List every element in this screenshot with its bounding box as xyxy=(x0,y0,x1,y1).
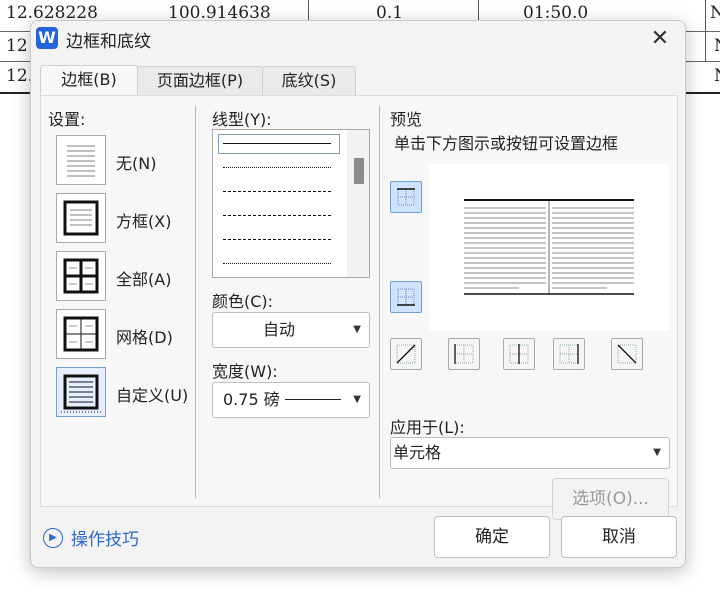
table-cell: N xyxy=(710,3,720,23)
table-cell: N xyxy=(714,36,720,56)
setting-grid-option[interactable] xyxy=(56,309,106,359)
left-border-icon xyxy=(454,344,474,364)
setting-all-label[interactable]: 全部(A) xyxy=(116,266,171,290)
width-heading: 宽度(W): xyxy=(212,362,278,381)
color-heading: 颜色(C): xyxy=(212,292,274,311)
table-gridline xyxy=(705,0,706,62)
right-border-button[interactable] xyxy=(553,338,585,370)
width-value: 0.75 磅 xyxy=(223,390,280,409)
table-cell: 12. xyxy=(6,66,34,86)
line-style-dash[interactable] xyxy=(223,215,331,216)
bottom-border-icon xyxy=(397,288,415,306)
chevron-down-icon: ▼ xyxy=(353,324,361,335)
diagonal-up-border-icon xyxy=(396,344,416,364)
left-border-button[interactable] xyxy=(448,338,480,370)
setting-custom-option[interactable] xyxy=(56,367,106,417)
setting-box-option[interactable] xyxy=(56,193,106,243)
tips-link[interactable]: ▶ 操作技巧 xyxy=(43,525,139,550)
close-button[interactable]: ✕ xyxy=(645,25,675,53)
table-cell: 12 xyxy=(6,36,28,56)
tab-borders[interactable]: 边框(B) xyxy=(40,65,138,96)
play-circle-icon: ▶ xyxy=(43,528,63,548)
diagonal-down-border-icon xyxy=(617,344,637,364)
preview-hint: 单击下方图示或按钮可设置边框 xyxy=(394,134,619,153)
width-line-sample xyxy=(285,399,341,400)
column-divider xyxy=(195,106,196,498)
line-style-dotted[interactable] xyxy=(223,167,331,168)
apply-to-heading: 应用于(L): xyxy=(390,418,465,437)
tab-page-borders[interactable]: 页面边框(P) xyxy=(137,66,263,95)
options-button[interactable]: 选项(O)... xyxy=(552,478,669,520)
setting-none-option[interactable] xyxy=(56,135,106,185)
settings-heading: 设置: xyxy=(48,110,86,129)
top-border-button[interactable] xyxy=(390,181,422,213)
width-dropdown[interactable]: 0.75 磅 ▼ xyxy=(212,382,370,418)
chevron-down-icon: ▼ xyxy=(653,447,661,458)
setting-all-option[interactable] xyxy=(56,251,106,301)
scrollbar-thumb[interactable] xyxy=(354,158,364,184)
diagonal-down-button[interactable] xyxy=(390,338,422,370)
borders-panel: 设置: 无(N) 方框(X) 全部(A) 网格(D) 自定义(U) 线型(Y):… xyxy=(40,95,678,520)
line-style-heading: 线型(Y): xyxy=(212,110,272,129)
line-style-dash-dot-dot[interactable] xyxy=(223,263,331,264)
chevron-down-icon: ▼ xyxy=(353,394,361,405)
ok-button[interactable]: 确定 xyxy=(434,516,550,558)
apply-to-value: 单元格 xyxy=(393,443,442,462)
border-box-icon xyxy=(63,200,99,236)
line-style-scrollbar[interactable] xyxy=(347,130,369,277)
borders-and-shading-dialog: W 边框和底纹 ✕ 边框(B) 页面边框(P) 底纹(S) 设置: 无(N) 方… xyxy=(30,20,686,568)
apply-to-dropdown[interactable]: 单元格 ▼ xyxy=(390,437,670,469)
border-none-icon xyxy=(67,145,95,177)
setting-custom-label[interactable]: 自定义(U) xyxy=(116,382,188,406)
color-value: 自动 xyxy=(262,320,295,339)
table-cell: N xyxy=(714,66,720,86)
border-custom-icon xyxy=(61,374,101,413)
top-border-icon xyxy=(397,188,415,206)
app-logo-icon: W xyxy=(36,27,58,49)
line-style-fine-dash[interactable] xyxy=(223,191,331,192)
tips-label: 操作技巧 xyxy=(71,530,139,550)
setting-box-label[interactable]: 方框(X) xyxy=(116,208,171,232)
line-style-selection xyxy=(218,134,340,154)
diagonal-up-button[interactable] xyxy=(611,338,643,370)
preview-heading: 预览 xyxy=(390,110,423,129)
border-grid-icon xyxy=(63,316,99,352)
bottom-border-button[interactable] xyxy=(390,281,422,313)
column-divider xyxy=(379,106,380,498)
setting-grid-label[interactable]: 网格(D) xyxy=(116,324,173,348)
inside-vertical-border-icon xyxy=(509,344,529,364)
line-style-solid[interactable] xyxy=(223,143,331,144)
right-border-icon xyxy=(559,344,579,364)
line-style-dash-dot[interactable] xyxy=(223,239,331,240)
dialog-title: 边框和底纹 xyxy=(66,32,151,52)
inside-vertical-border-button[interactable] xyxy=(503,338,535,370)
border-preview-area[interactable] xyxy=(429,164,669,330)
tab-shading[interactable]: 底纹(S) xyxy=(262,66,356,95)
line-style-list[interactable] xyxy=(212,129,370,278)
border-all-icon xyxy=(63,258,99,294)
cancel-button[interactable]: 取消 xyxy=(561,516,677,558)
preview-table-diagram xyxy=(464,199,634,295)
color-dropdown[interactable]: 自动 ▼ xyxy=(212,312,370,348)
setting-none-label[interactable]: 无(N) xyxy=(116,150,156,174)
